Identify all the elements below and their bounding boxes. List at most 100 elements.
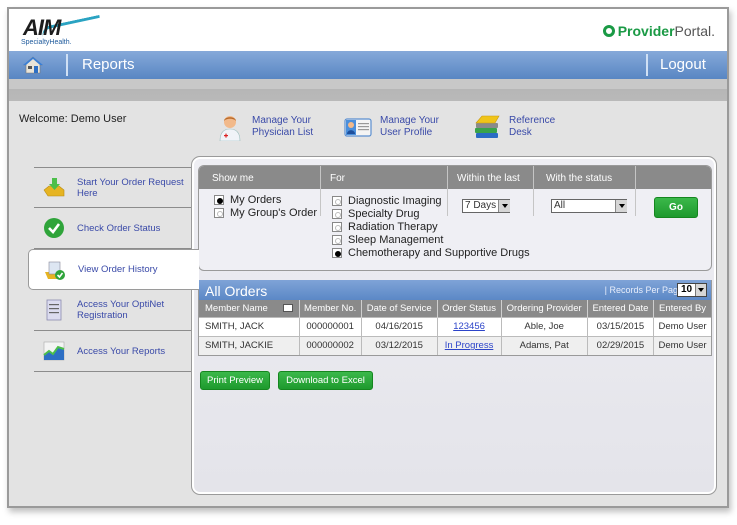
order-history-icon (45, 261, 65, 280)
navbar: Reports Logout (9, 51, 727, 79)
logo-text: AIM (23, 15, 61, 40)
quick-link-label: Reference (509, 115, 556, 126)
manage-user-profile-link[interactable]: Manage Your User Profile (344, 113, 439, 141)
for-label: For (330, 173, 345, 184)
cell-member-no: 000000002 (299, 335, 362, 355)
download-excel-button[interactable]: Download to Excel (278, 371, 373, 390)
quick-link-label: User Profile (380, 127, 433, 138)
sidebar-item-label: Access Your Reports (77, 345, 166, 357)
radio-label: Chemotherapy and Supportive Drugs (348, 247, 530, 259)
sidebar-item-label: View Order History (78, 264, 158, 275)
cell-date-of-service: 04/16/2015 (361, 316, 438, 336)
radio-label: My Orders (230, 194, 282, 206)
sidebar-item-label: Access Your OptiNet Registration (77, 299, 165, 321)
radio-button[interactable] (332, 235, 342, 245)
physician-icon (219, 116, 241, 141)
table-row: SMITH, JACKIE 000000002 03/12/2015 In Pr… (199, 335, 711, 355)
radio-button[interactable] (332, 222, 342, 232)
radio-label: Specialty Drug (348, 208, 420, 220)
status-label: With the status (546, 173, 613, 184)
column-header-date-of-service[interactable]: Date of Service (361, 300, 438, 317)
orders-title: All Orders (205, 283, 268, 299)
radio-radiation-therapy[interactable]: Radiation Therapy (332, 221, 438, 233)
chevron-down-icon[interactable] (695, 284, 706, 296)
sidebar-item-label: Start Your Order Request Here (77, 176, 184, 199)
radio-button[interactable] (214, 195, 224, 205)
chevron-down-icon[interactable] (498, 200, 510, 212)
status-select[interactable]: All (551, 199, 627, 213)
chart-icon (43, 341, 65, 361)
inbox-download-icon (43, 177, 65, 196)
radio-button[interactable] (332, 196, 342, 206)
cell-ordering-provider: Adams, Pat (501, 335, 588, 355)
column-header-member-no[interactable]: Member No. (299, 300, 362, 317)
show-me-label: Show me (212, 173, 254, 184)
radio-chemotherapy[interactable]: Chemotherapy and Supportive Drugs (332, 247, 530, 259)
provider-portal-logo: Provider Portal. (602, 23, 715, 39)
order-history-panel: Show me For Within the last With the sta… (191, 156, 717, 495)
sidebar-item-access-reports[interactable]: Access Your Reports (34, 331, 192, 372)
orders-table: Member Name Member No. Date of Service O… (199, 300, 711, 355)
nav-divider (646, 54, 648, 76)
portal-bold-text: Provider (617, 23, 675, 39)
column-divider (320, 166, 321, 216)
reference-desk-link[interactable]: Reference Desk (473, 113, 555, 141)
column-header-entered-date[interactable]: Entered Date (587, 300, 655, 317)
records-per-page-label: | Records Per Page (604, 285, 683, 295)
cell-date-of-service: 03/12/2015 (361, 335, 438, 355)
radio-label: Radiation Therapy (348, 221, 438, 233)
nav-title-reports: Reports (82, 56, 135, 73)
table-row: SMITH, JACK 000000001 04/16/2015 123456 … (199, 316, 711, 336)
app-window: AIM SpecialtyHealth. Provider Portal. Rep… (7, 7, 729, 508)
profile-card-icon (344, 118, 372, 137)
column-divider (635, 166, 636, 216)
cell-member-name: SMITH, JACK (199, 316, 300, 336)
radio-my-orders[interactable]: My Orders (214, 194, 281, 206)
sidebar-item-start-order[interactable]: Start Your Order Request Here (34, 167, 192, 208)
radio-button[interactable] (332, 209, 342, 219)
column-header-order-status[interactable]: Order Status (437, 300, 502, 317)
quick-link-label: Desk (509, 127, 532, 138)
nav-divider (66, 54, 68, 76)
select-value: 7 Days (465, 200, 497, 211)
sidebar-item-optinet-registration[interactable]: Access Your OptiNet Registration (34, 290, 192, 331)
sidebar-item-view-order-history[interactable]: View Order History (28, 249, 199, 290)
orders-header: All Orders | Records Per Page 10 (199, 280, 711, 300)
cell-entered-by: Demo User (653, 316, 711, 336)
logo-subtitle: SpecialtyHealth. (21, 39, 72, 46)
document-icon (46, 299, 62, 321)
cell-member-name: SMITH, JACKIE (199, 335, 300, 355)
radio-diagnostic-imaging[interactable]: Diagnostic Imaging (332, 195, 442, 207)
radio-my-groups-order[interactable]: My Group's Order (214, 207, 317, 219)
aim-logo[interactable]: AIM SpecialtyHealth. (21, 14, 102, 49)
manage-physician-list-link[interactable]: Manage Your Physician List (216, 113, 313, 141)
within-days-select[interactable]: 7 Days (462, 199, 510, 213)
print-preview-button[interactable]: Print Preview (200, 371, 270, 390)
logout-button[interactable]: Logout (660, 56, 706, 73)
cell-member-no: 000000001 (299, 316, 362, 336)
column-divider (447, 166, 448, 216)
radio-label: Diagnostic Imaging (348, 195, 442, 207)
sidebar-item-check-order-status[interactable]: Check Order Status (34, 208, 192, 249)
order-status-link[interactable]: 123456 (453, 321, 485, 332)
sort-icon[interactable] (282, 304, 293, 312)
go-button[interactable]: Go (654, 197, 698, 218)
chevron-down-icon[interactable] (615, 200, 627, 212)
radio-button[interactable] (214, 208, 224, 218)
order-status-link[interactable]: In Progress (445, 340, 494, 351)
cell-entered-date: 03/15/2015 (587, 316, 655, 336)
column-header-member-name[interactable]: Member Name (199, 300, 300, 317)
column-header-ordering-provider[interactable]: Ordering Provider (501, 300, 588, 317)
column-header-entered-by[interactable]: Entered By (653, 300, 711, 317)
radio-specialty-drug[interactable]: Specialty Drug (332, 208, 420, 220)
radio-button[interactable] (332, 248, 342, 258)
radio-label: My Group's Order (230, 207, 318, 219)
radio-sleep-management[interactable]: Sleep Management (332, 234, 443, 246)
quick-link-label: Manage Your (252, 115, 311, 126)
records-per-page-select[interactable]: 10 (677, 283, 707, 297)
column-header-text: Member Name (205, 302, 268, 314)
home-icon[interactable] (23, 56, 43, 74)
radio-label: Sleep Management (348, 234, 444, 246)
orders-table-container: All Orders | Records Per Page 10 Member … (198, 280, 712, 356)
cell-order-status: 123456 (437, 316, 502, 336)
